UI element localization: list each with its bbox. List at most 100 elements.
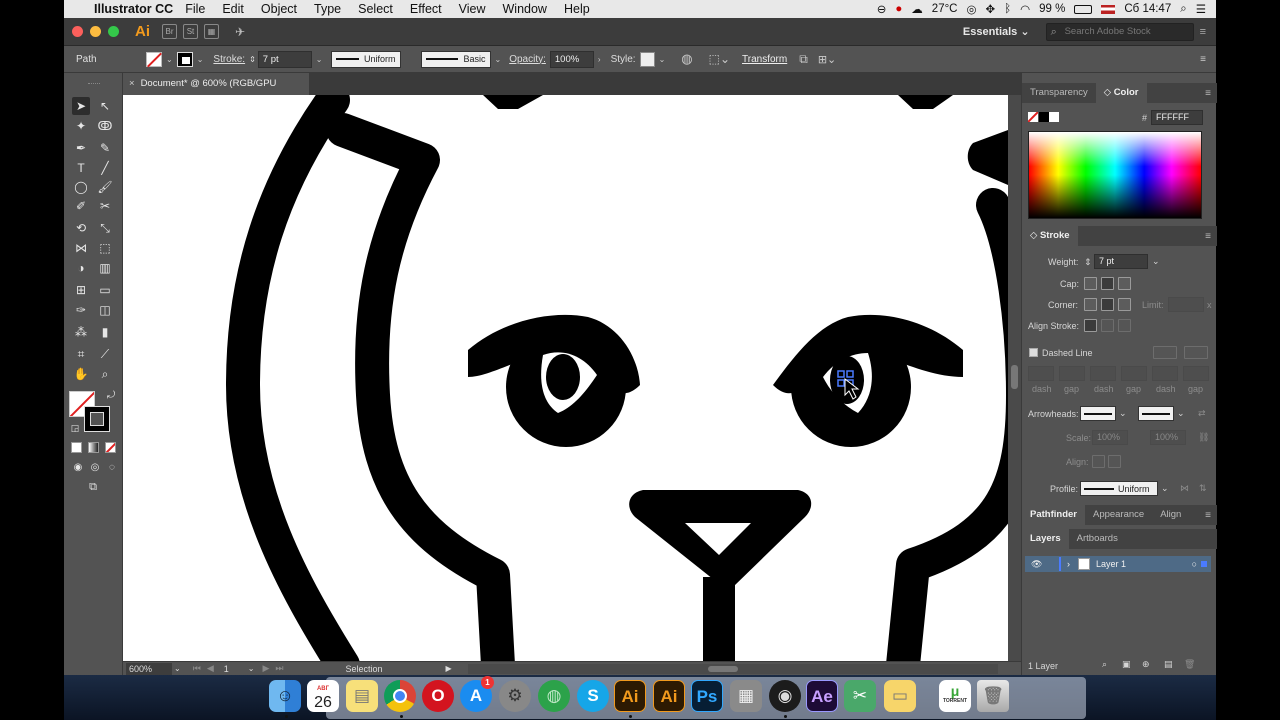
scale-tool-icon[interactable]: ⤡: [96, 219, 114, 237]
horizontal-scrollbar[interactable]: [467, 663, 998, 674]
screen-mode-icon[interactable]: ⧉: [84, 478, 102, 496]
hex-value-field[interactable]: FFFFFF: [1151, 110, 1203, 125]
zoom-level-field[interactable]: 600%: [126, 662, 172, 675]
scissors-tool-icon[interactable]: ✂: [96, 197, 114, 215]
tab-color[interactable]: ◇ Color: [1095, 83, 1147, 103]
opacity-field[interactable]: 100%: [549, 50, 594, 68]
tab-pathfinder[interactable]: Pathfinder: [1022, 505, 1085, 525]
eyedropper-tool-icon[interactable]: ✑: [72, 301, 90, 319]
dash-field-3[interactable]: [1152, 366, 1178, 381]
vertical-scrollbar[interactable]: [1008, 95, 1021, 661]
blend-tool-icon[interactable]: ◫: [96, 301, 114, 319]
opacity-arrow-icon[interactable]: ›: [598, 55, 601, 64]
draw-normal-icon[interactable]: ◉: [69, 459, 87, 477]
start-scale-field[interactable]: 100%: [1092, 430, 1128, 445]
web-browser-globe-icon[interactable]: ◍: [538, 680, 570, 712]
column-graph-tool-icon[interactable]: ▮: [96, 323, 114, 341]
trash-icon[interactable]: 🗑: [977, 680, 1009, 712]
shaper-tool-icon[interactable]: ✐: [72, 197, 90, 215]
calendar-icon[interactable]: АВГ 26: [307, 680, 339, 712]
stroke-stepper-icon[interactable]: ⇕: [249, 55, 256, 64]
gpu-performance-icon[interactable]: ✈: [235, 25, 245, 39]
lasso-tool-icon[interactable]: ↂ: [96, 117, 114, 135]
bevel-join-icon[interactable]: [1118, 298, 1131, 311]
miter-join-icon[interactable]: [1084, 298, 1097, 311]
projecting-cap-icon[interactable]: [1118, 277, 1131, 290]
ellipse-tool-icon[interactable]: ◯: [72, 178, 90, 196]
menu-effect[interactable]: Effect: [410, 2, 442, 16]
spotlight-icon[interactable]: ⌕: [1180, 3, 1186, 16]
prev-artboard-icon[interactable]: ◀: [207, 663, 214, 674]
color-black-chip[interactable]: [1039, 112, 1049, 122]
pathfinder-panel-menu-icon[interactable]: ≡: [1205, 510, 1211, 521]
menu-type[interactable]: Type: [314, 2, 341, 16]
status-menu-arrow-icon[interactable]: ▶: [445, 664, 451, 673]
weather-icon[interactable]: ☁: [911, 2, 923, 16]
cat-artwork[interactable]: [123, 95, 1008, 661]
opacity-label[interactable]: Opacity:: [509, 54, 546, 65]
system-preferences-icon[interactable]: ⚙: [499, 680, 531, 712]
tab-stroke[interactable]: ◇ Stroke: [1022, 226, 1078, 246]
wifi-icon[interactable]: ◠: [1020, 2, 1030, 16]
menu-select[interactable]: Select: [358, 2, 393, 16]
obs-icon[interactable]: ◉: [769, 680, 801, 712]
layer-visibility-eye-icon[interactable]: 👁: [1031, 559, 1049, 570]
type-tool-icon[interactable]: T: [72, 159, 90, 177]
width-profile-select[interactable]: Uniform: [1080, 481, 1158, 496]
hand-tool-icon[interactable]: ✋: [72, 365, 90, 383]
layer-name[interactable]: Layer 1: [1096, 559, 1126, 569]
arrow-align-end-icon[interactable]: [1108, 455, 1121, 468]
layer-row[interactable]: 👁 › Layer 1 ○: [1025, 556, 1211, 572]
close-window-button[interactable]: [72, 26, 83, 37]
menu-file[interactable]: File: [185, 2, 205, 16]
stock-button[interactable]: St: [183, 24, 198, 39]
zoom-dropdown-icon[interactable]: ⌄: [174, 664, 181, 673]
flip-along-icon[interactable]: ⋈: [1180, 483, 1189, 494]
flip-across-icon[interactable]: ⇅: [1199, 483, 1207, 494]
style-swatch[interactable]: [639, 51, 655, 67]
create-new-layer-icon[interactable]: ▤: [1164, 659, 1173, 670]
workspace-menu-icon[interactable]: ≡: [1200, 26, 1206, 38]
arrange-icon[interactable]: ⊞⌄: [818, 53, 836, 66]
menu-window[interactable]: Window: [503, 2, 547, 16]
battery-icon[interactable]: [1074, 4, 1093, 14]
weight-field[interactable]: 7 pt: [1094, 254, 1148, 269]
illustrator-dock-icon-2[interactable]: Ai: [653, 680, 685, 712]
weight-dropdown-icon[interactable]: ⌄: [1152, 256, 1160, 267]
tools-grip[interactable]: [88, 83, 100, 85]
magic-wand-tool-icon[interactable]: ✦: [72, 117, 90, 135]
profile-dropdown-icon[interactable]: ⌄: [1161, 483, 1169, 494]
stroke-swatch[interactable]: [176, 51, 193, 67]
align-inside-icon[interactable]: [1101, 319, 1114, 332]
app-menu[interactable]: Illustrator CC: [94, 2, 173, 16]
minimize-window-button[interactable]: [90, 26, 101, 37]
width-tool-icon[interactable]: ⋈: [72, 239, 90, 257]
limit-field[interactable]: [1168, 297, 1204, 312]
variable-width-profile[interactable]: Uniform: [330, 50, 401, 68]
bluetooth-icon[interactable]: ᛒ: [1004, 3, 1011, 15]
stroke-label[interactable]: Stroke:: [213, 54, 245, 65]
dash-exact-icon[interactable]: [1153, 346, 1177, 359]
shape-builder-tool-icon[interactable]: ◑: [72, 259, 90, 277]
create-sublayer-icon[interactable]: ⊕: [1142, 659, 1150, 670]
chrome-icon[interactable]: [384, 680, 416, 712]
color-panel-menu-icon[interactable]: ≡: [1205, 88, 1211, 99]
pen-tool-icon[interactable]: ✒: [72, 139, 90, 157]
perspective-grid-tool-icon[interactable]: ▥: [96, 259, 114, 277]
opera-tray-icon[interactable]: ●: [895, 3, 902, 15]
butt-cap-icon[interactable]: [1084, 277, 1097, 290]
stroke-panel-menu-icon[interactable]: ≡: [1205, 231, 1211, 242]
rotate-tool-icon[interactable]: ⟲: [72, 219, 90, 237]
slice-tool-icon[interactable]: ⟋: [96, 345, 114, 363]
artboard-tool-icon[interactable]: ⌗: [72, 345, 90, 363]
stroke-weight-dropdown-icon[interactable]: ⌄: [316, 55, 323, 64]
menu-object[interactable]: Object: [261, 2, 297, 16]
messages-icon[interactable]: ▭: [884, 680, 916, 712]
zoom-tool-icon[interactable]: ⌕: [96, 365, 114, 383]
app-store-icon[interactable]: A 1: [460, 676, 494, 712]
end-scale-field[interactable]: 100%: [1150, 430, 1186, 445]
paintbrush-tool-icon[interactable]: 🖌: [96, 178, 114, 196]
photoshop-dock-icon[interactable]: Ps: [691, 680, 723, 712]
menu-view[interactable]: View: [459, 2, 486, 16]
finder-icon[interactable]: ☺: [269, 680, 301, 712]
